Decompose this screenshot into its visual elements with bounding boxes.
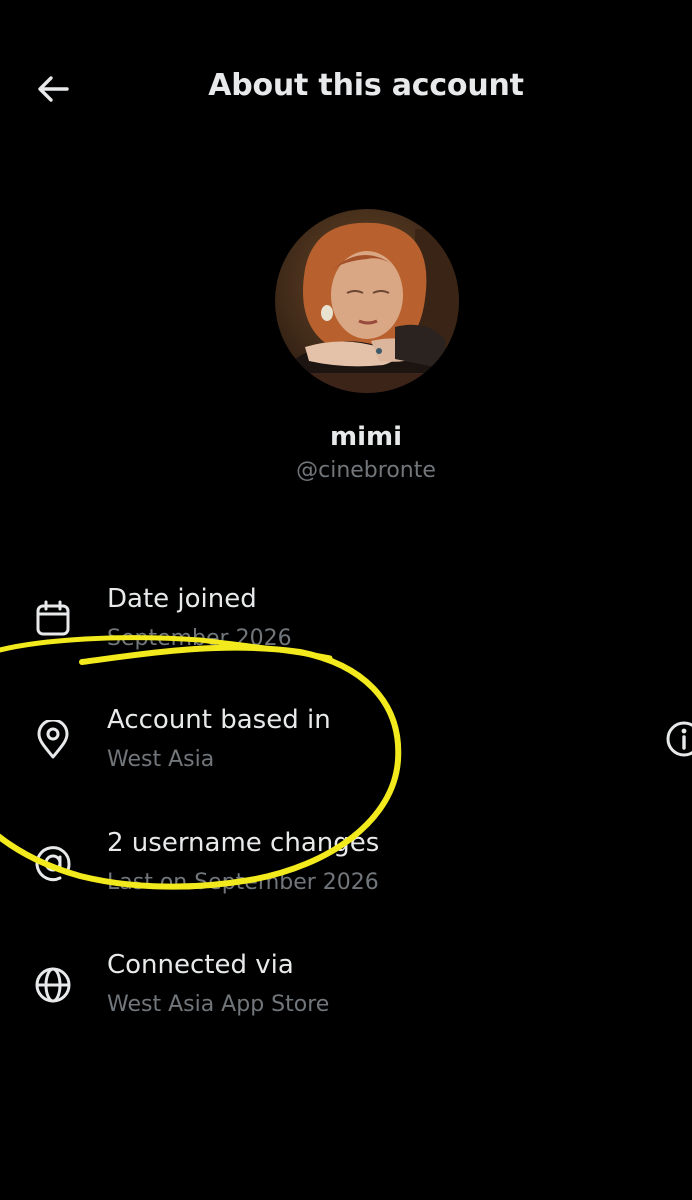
info-button[interactable] [664, 719, 692, 759]
detail-label: Date joined [107, 584, 257, 614]
detail-value: West Asia App Store [107, 992, 330, 1017]
detail-label: Connected via [107, 950, 294, 980]
top-bar: About this account [0, 0, 692, 176]
avatar[interactable] [275, 209, 459, 393]
avatar-image [275, 209, 459, 393]
username-handle: @cinebronte [296, 458, 436, 483]
detail-value: September 2026 [107, 626, 292, 651]
info-icon [666, 721, 692, 757]
at-sign-icon [30, 840, 76, 886]
detail-row-date-joined: Date joined September 2026 [0, 584, 692, 684]
detail-label: 2 username changes [107, 828, 380, 858]
calendar-icon [30, 596, 76, 642]
detail-value: West Asia [107, 747, 215, 772]
detail-row-connected-via: Connected via West Asia App Store [0, 950, 692, 1050]
detail-row-account-based-in: Account based in West Asia [0, 705, 692, 805]
detail-label: Account based in [107, 705, 331, 735]
page-title: About this account [208, 68, 524, 103]
display-name: mimi [329, 422, 402, 452]
location-pin-icon [30, 717, 76, 763]
detail-row-username-changes: 2 username changes Last on September 202… [0, 828, 692, 928]
detail-value: Last on September 2026 [107, 870, 379, 895]
globe-icon [30, 962, 76, 1008]
